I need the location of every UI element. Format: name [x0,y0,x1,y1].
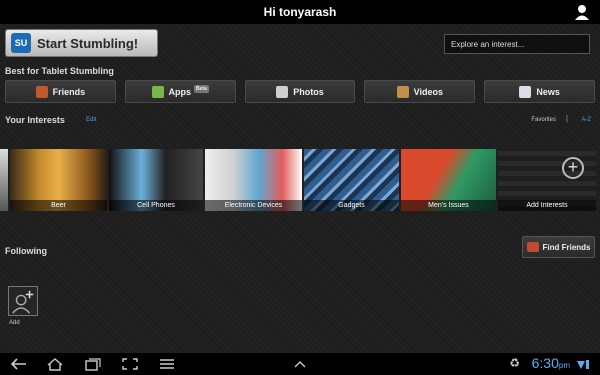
friends-icon [35,85,48,98]
following-header: Following Find Friends [0,236,600,262]
recycle-icon: ♻ [509,356,520,370]
favorites-sort-link[interactable]: Favorites [531,117,556,123]
find-friends-label: Find Friends [542,242,591,252]
tile-label: Beer [10,200,107,211]
clock: 6:30pm [531,355,570,371]
add-following-button[interactable] [8,286,38,316]
back-icon[interactable] [10,357,28,371]
videos-label: Videos [413,86,443,97]
system-nav-bar: ♻ 6:30pm [0,353,600,375]
category-buttons: Friends Apps Beta Photos Videos News [5,80,595,103]
start-stumbling-button[interactable]: SU Start Stumbling! [5,29,158,57]
edit-interests-link[interactable]: Edit [86,117,96,123]
friends-button[interactable]: Friends [5,80,116,103]
tile-label: Gadgets [304,200,399,211]
friends-icon [526,242,539,252]
interest-tile-cell-phones[interactable]: Cell Phones [109,149,203,211]
tile-label: Add Interests [498,200,596,211]
tile-label: Electronic Devices [205,200,302,211]
tile-label: Men's Issues [401,200,496,211]
explore-interest-input[interactable]: Explore an interest... [444,34,590,54]
beta-badge: Beta [194,84,209,93]
apps-icon [151,85,164,98]
apps-label: Apps [168,86,192,97]
interest-tile-electronic-devices[interactable]: Electronic Devices [205,149,302,211]
main-content: SU Start Stumbling! Explore an interest.… [0,24,600,353]
camera-icon [276,85,289,98]
news-button[interactable]: News [484,80,595,103]
home-icon[interactable] [46,357,64,371]
best-for-heading: Best for Tablet Stumbling [5,66,114,76]
stumbleupon-logo-icon: SU [11,33,31,53]
tile-label: Cell Phones [109,200,203,211]
interest-tile-gadgets[interactable]: Gadgets [304,149,399,211]
news-label: News [536,86,560,97]
az-sort-link[interactable]: A-Z [581,117,591,123]
interest-tile-mens-issues[interactable]: Men's Issues [401,149,496,211]
chevron-up-icon[interactable] [291,357,309,371]
find-friends-button[interactable]: Find Friends [522,236,595,258]
add-interests-tile[interactable]: + Add Interests [498,149,596,211]
photos-label: Photos [293,86,324,97]
menu-icon[interactable] [158,357,176,371]
interest-tile-beer[interactable]: Beer [10,149,107,211]
screenshot-icon[interactable] [121,357,139,371]
top-bar: Hi tonyarash [0,0,600,24]
friends-label: Friends [52,86,86,97]
start-stumbling-label: Start Stumbling! [37,35,139,51]
interest-tiles: Beer Cell Phones Electronic Devices Gadg… [0,149,600,211]
wifi-battery-icon [577,360,589,369]
following-heading: Following [5,246,47,256]
plus-circle-icon: + [562,157,584,179]
greeting-title: Hi tonyarash [263,5,337,19]
sort-separator: | [565,114,568,123]
photos-button[interactable]: Photos [244,80,356,103]
news-icon [519,85,532,98]
tv-icon [396,85,409,98]
recent-apps-icon[interactable] [84,357,102,371]
user-icon[interactable] [574,4,590,20]
interest-tile-partial[interactable] [0,149,8,211]
interests-header: Your Interests Edit Favorites | A-Z [0,112,600,128]
add-label: Add [9,320,20,326]
videos-button[interactable]: Videos [364,80,476,103]
your-interests-heading: Your Interests [5,115,65,125]
apps-button[interactable]: Apps Beta [124,80,236,103]
